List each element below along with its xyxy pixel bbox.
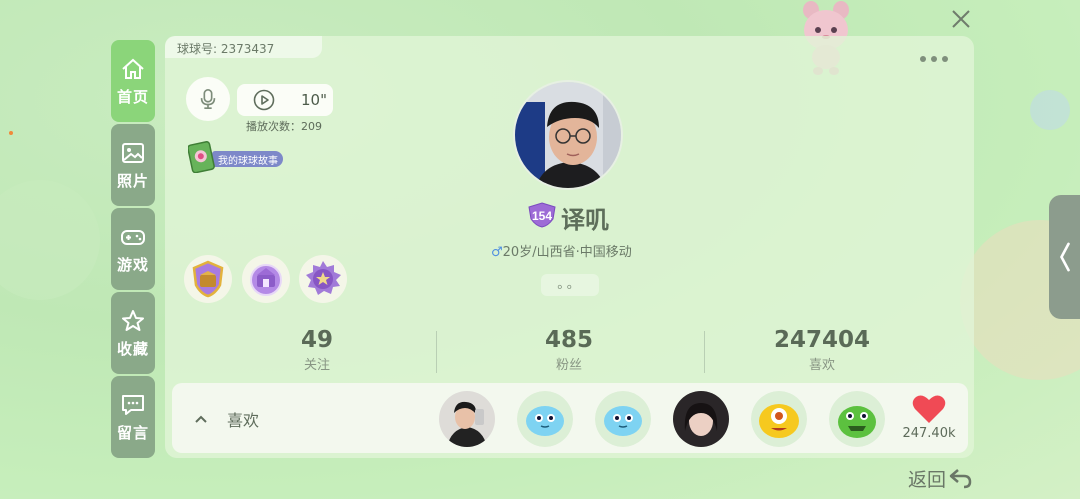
storybook-icon (188, 141, 215, 173)
sidebar-item-label: 照片 (116, 171, 149, 190)
stat-label: 关注 (303, 358, 330, 373)
sidebar-item-home[interactable]: 首页 (111, 40, 155, 122)
sidebar: 首页 照片 游戏 收藏 留言 (111, 40, 155, 460)
stat-value: 485 (544, 327, 593, 353)
level-number: 154 (532, 209, 552, 223)
microphone-icon (200, 89, 216, 109)
medal-2[interactable] (242, 255, 290, 303)
like-button[interactable]: 247.40k (898, 394, 960, 446)
user-photo-avatar (439, 391, 495, 447)
medal-icon (306, 261, 341, 295)
more-dot-icon (920, 56, 926, 62)
liker-avatar[interactable] (517, 391, 573, 447)
likes-label: 喜欢 (227, 411, 260, 430)
play-icon (253, 89, 275, 111)
level-shield-icon: 154 (528, 202, 556, 228)
medal-icon (250, 264, 282, 296)
more-options-button[interactable] (920, 52, 956, 66)
divider (436, 331, 437, 373)
back-label: 返回 (908, 468, 947, 491)
background-bubble (1030, 90, 1070, 130)
back-button[interactable]: 返回 (908, 465, 974, 491)
liker-avatar[interactable] (595, 391, 651, 447)
back-arrow-icon (949, 469, 972, 489)
more-dot-icon (942, 56, 948, 62)
sidebar-item-label: 首页 (116, 87, 149, 106)
voice-intro-player[interactable]: 10" (237, 84, 333, 116)
liker-avatar[interactable] (829, 391, 885, 447)
yellow-monster-avatar (751, 391, 807, 447)
chevron-left-icon (1059, 242, 1070, 272)
sidebar-item-favorites[interactable]: 收藏 (111, 292, 155, 374)
username: 译叽 (561, 206, 609, 234)
user-photo-avatar (673, 391, 729, 447)
side-panel-handle[interactable] (1049, 195, 1080, 319)
sidebar-item-label: 留言 (116, 423, 149, 442)
close-icon (952, 10, 970, 28)
story-badge-label: 我的球球故事 (212, 151, 283, 167)
user-info: ♂20岁/山西省·中国移动 (491, 241, 632, 260)
close-button[interactable] (948, 6, 974, 32)
stat-label: 喜欢 (808, 358, 835, 373)
sidebar-item-label: 收藏 (116, 339, 149, 358)
microphone-button[interactable] (186, 77, 230, 121)
level-badge: 154 (526, 201, 558, 229)
blue-blob-avatar (517, 391, 573, 447)
medal-3[interactable] (299, 255, 347, 303)
likes-collapse-toggle[interactable]: 喜欢 (193, 405, 283, 433)
sidebar-item-games[interactable]: 游戏 (111, 208, 155, 290)
liker-avatar[interactable] (673, 391, 729, 447)
stat-likes[interactable]: 247404 喜欢 (742, 327, 902, 373)
sidebar-item-messages[interactable]: 留言 (111, 376, 155, 458)
medal-1[interactable] (184, 255, 232, 303)
story-badge[interactable]: 我的球球故事 (188, 141, 290, 173)
green-monster-avatar (829, 391, 885, 447)
user-info-text: 20岁/山西省·中国移动 (502, 245, 632, 260)
avatar[interactable] (513, 80, 623, 190)
stat-fans[interactable]: 485 粉丝 (489, 327, 649, 373)
sidebar-item-label: 游戏 (116, 255, 149, 274)
message-icon (122, 394, 144, 415)
chevron-up-icon (195, 415, 207, 423)
sidebar-item-photos[interactable]: 照片 (111, 124, 155, 206)
user-id-label: 球球号: 2373437 (165, 36, 322, 58)
background-dot (9, 131, 13, 135)
heart-icon (912, 395, 946, 423)
star-icon (122, 309, 144, 331)
stat-following[interactable]: 49 关注 (237, 327, 397, 373)
medal-icon (192, 260, 224, 298)
gamepad-icon (121, 229, 145, 245)
like-count: 247.40k (902, 426, 956, 441)
home-icon (122, 58, 144, 79)
voice-duration: 10" (301, 91, 327, 109)
status-text: 。。 (541, 274, 599, 296)
liker-avatar[interactable] (439, 391, 495, 447)
stat-label: 粉丝 (555, 358, 582, 373)
male-icon: ♂ (491, 245, 503, 260)
divider (704, 331, 705, 373)
liker-avatar[interactable] (751, 391, 807, 447)
stat-value: 247404 (773, 327, 871, 353)
more-dot-icon (931, 56, 937, 62)
play-count: 播放次数：209 (246, 120, 322, 133)
stat-value: 49 (300, 327, 333, 353)
photo-icon (122, 142, 144, 163)
blue-blob-avatar (595, 391, 651, 447)
background-bubble (0, 180, 100, 300)
